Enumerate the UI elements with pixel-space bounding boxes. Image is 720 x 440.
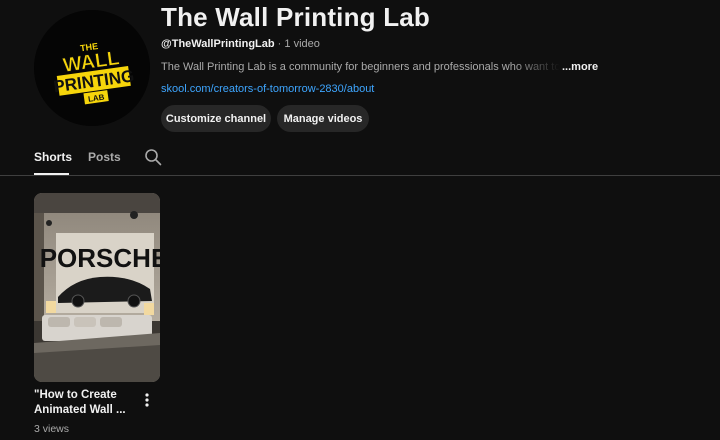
channel-description[interactable]: The Wall Printing Lab is a community for… (161, 61, 601, 73)
search-icon[interactable] (144, 148, 162, 166)
channel-logo: THE WALL PRINTING LAB (34, 10, 150, 126)
channel-handle: @TheWallPrintingLab (161, 38, 275, 50)
channel-avatar[interactable]: THE WALL PRINTING LAB (34, 10, 150, 126)
description-text: The Wall Printing Lab is a community for… (161, 61, 560, 73)
channel-meta: @TheWallPrintingLab · 1 video (161, 38, 320, 50)
short-thumbnail[interactable]: PORSCHE (34, 193, 160, 382)
short-title[interactable]: "How to Create Animated Wall ... (34, 388, 134, 418)
meta-separator: · (277, 38, 282, 50)
channel-page: THE WALL PRINTING LAB The Wall Printing … (0, 0, 720, 440)
manage-videos-button[interactable]: Manage videos (277, 105, 369, 132)
video-count: 1 video (284, 38, 320, 50)
thumbnail-mural-text: PORSCHE (40, 243, 160, 273)
thumbnail-image: PORSCHE (34, 193, 160, 382)
customize-channel-button[interactable]: Customize channel (161, 105, 271, 132)
channel-tabs: Shorts Posts (0, 140, 720, 176)
active-tab-indicator (34, 173, 69, 175)
tab-posts[interactable]: Posts (88, 150, 121, 164)
more-link[interactable]: ...more (562, 61, 598, 73)
channel-title: The Wall Printing Lab (161, 2, 431, 32)
channel-link[interactable]: skool.com/creators-of-tomorrow-2830/abou… (161, 83, 374, 95)
more-options-icon[interactable] (140, 392, 154, 408)
short-view-count: 3 views (34, 423, 70, 435)
tab-shorts[interactable]: Shorts (34, 150, 72, 164)
